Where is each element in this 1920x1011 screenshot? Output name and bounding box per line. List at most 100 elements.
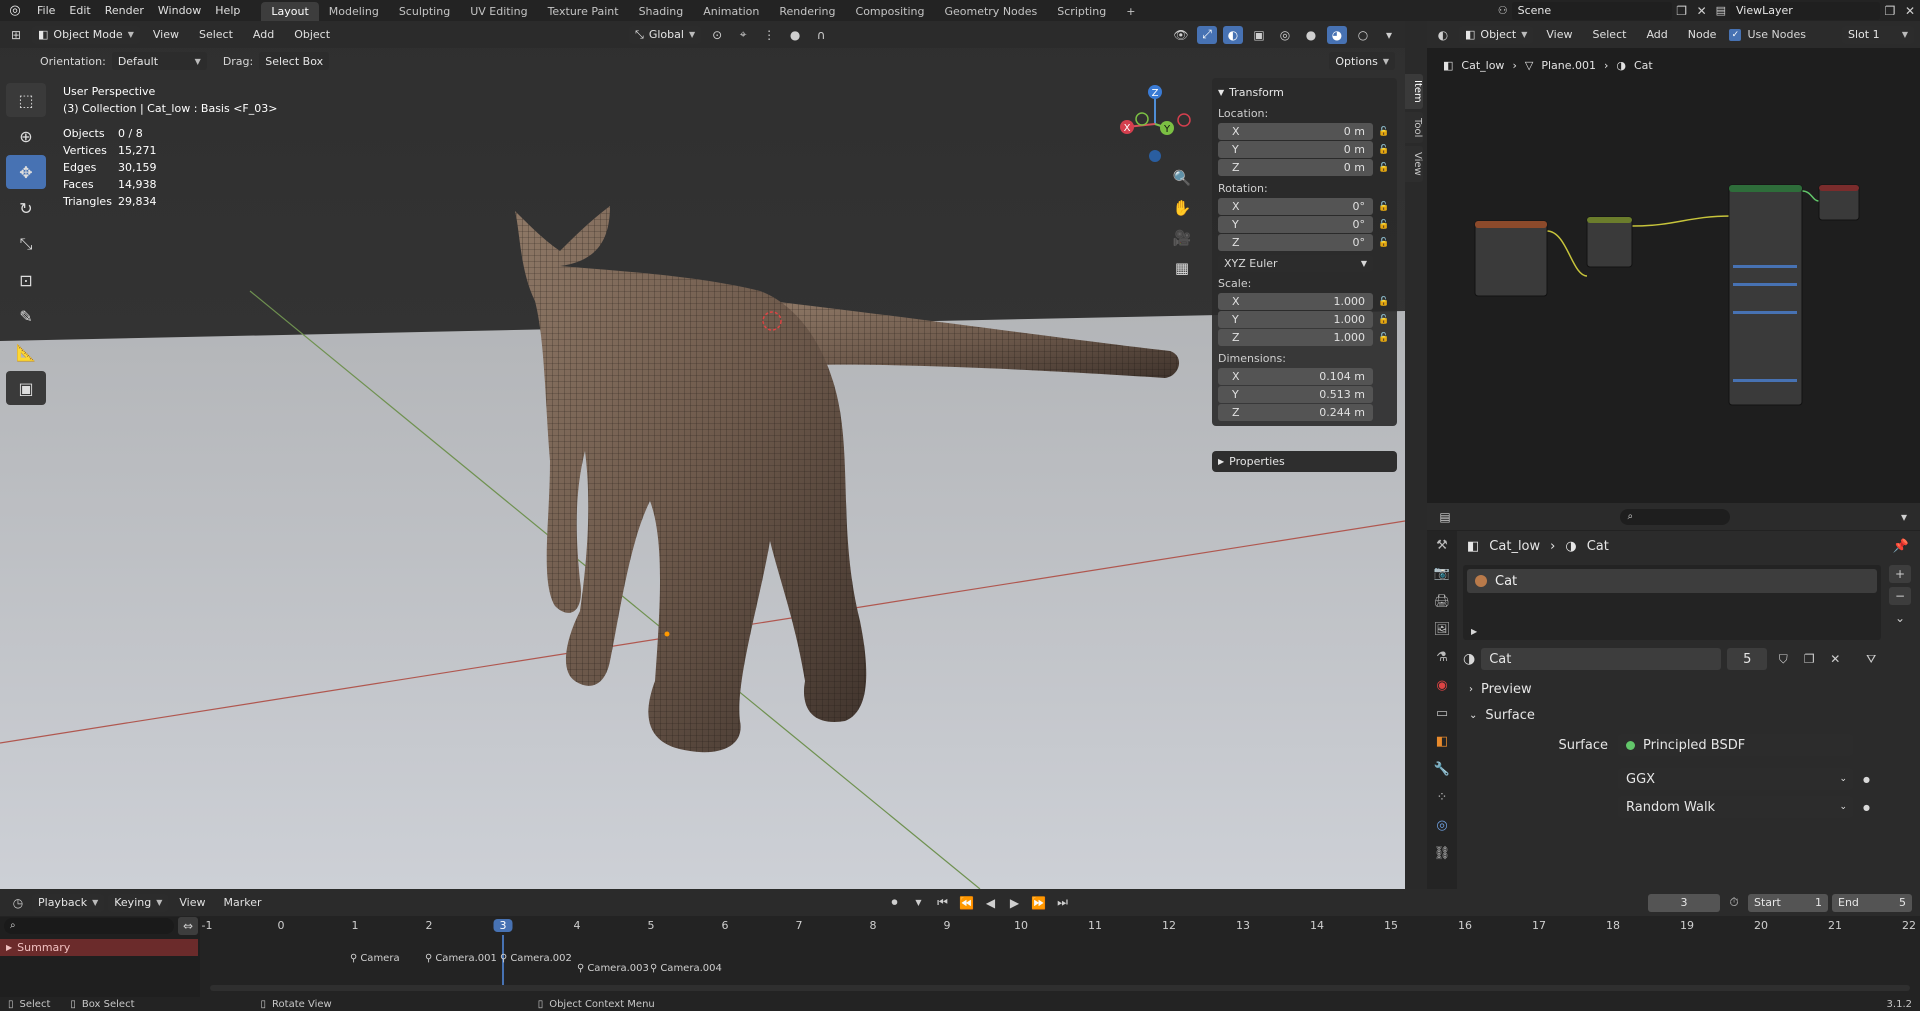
lock-icon[interactable]: 🔓 — [1377, 315, 1391, 325]
timeline-menu-marker[interactable]: Marker — [216, 892, 268, 913]
rotation-mode-dropdown[interactable]: XYZ Euler ▼ — [1218, 255, 1373, 272]
object-mode-dropdown[interactable]: ◧ Object Mode ▼ — [32, 25, 140, 44]
falloff-icon[interactable]: ∩ — [811, 26, 831, 44]
shading-options-icon[interactable]: ▾ — [1379, 26, 1399, 44]
properties-editor-type-icon[interactable]: ▤ — [1435, 508, 1455, 526]
tab-texture-paint[interactable]: Texture Paint — [538, 2, 629, 21]
rotation-y-field[interactable]: Y 0° — [1218, 216, 1373, 233]
view-layer-selector[interactable]: ViewLayer — [1730, 1, 1880, 20]
preview-range-clock-icon[interactable]: ⏱ — [1724, 894, 1744, 912]
material-browse-icon[interactable]: ◑ — [1463, 651, 1475, 667]
tab-layout[interactable]: Layout — [261, 1, 319, 21]
material-slot-item[interactable]: Cat — [1467, 569, 1877, 593]
proportional-edit-icon[interactable]: ● — [785, 26, 805, 44]
play-reverse-icon[interactable]: ◀ — [981, 894, 1001, 912]
location-x-field[interactable]: X0 m — [1218, 123, 1373, 140]
tab-scripting[interactable]: Scripting — [1047, 2, 1116, 21]
scale-tool[interactable]: ⤡ — [6, 227, 46, 261]
scene-tab-icon[interactable]: ⚗ — [1427, 643, 1457, 671]
output-tab-icon[interactable]: 🖨 — [1427, 587, 1457, 615]
tab-uv-editing[interactable]: UV Editing — [460, 2, 537, 21]
render-tab-icon[interactable]: 📷 — [1427, 559, 1457, 587]
properties-search-input[interactable]: ⌕ — [1619, 508, 1730, 525]
principled-bsdf-node[interactable] — [1728, 184, 1803, 406]
blender-logo-icon[interactable]: ◎ — [0, 3, 30, 18]
playback-menu[interactable]: Playback ▼ — [32, 893, 105, 912]
tab-modeling[interactable]: Modeling — [319, 2, 389, 21]
image-texture-node[interactable] — [1474, 220, 1548, 297]
viewport-menu-select[interactable]: Select — [192, 24, 240, 45]
timeline-scrollbar[interactable] — [210, 985, 1910, 991]
end-frame-field[interactable]: End 5 — [1832, 893, 1912, 912]
3d-viewport[interactable]: ⊞ ◧ Object Mode ▼ View Select Add Object… — [0, 21, 1405, 889]
rotation-z-field[interactable]: Z 0° — [1218, 234, 1373, 251]
dimensions-x-field[interactable]: X 0.104 m — [1218, 368, 1373, 385]
lock-icon[interactable]: 🔓 — [1377, 297, 1391, 307]
menu-window[interactable]: Window — [151, 0, 208, 21]
surface-shader-field[interactable]: Principled BSDF — [1618, 734, 1853, 756]
record-icon[interactable]: ⏺ — [885, 894, 905, 912]
lock-icon[interactable]: 🔓 — [1377, 163, 1391, 173]
mix-node[interactable] — [1586, 216, 1633, 268]
node-graph[interactable] — [1427, 21, 1920, 503]
physics-tab-icon[interactable]: ◎ — [1427, 811, 1457, 839]
move-tool[interactable]: ✥ — [6, 155, 46, 189]
editor-type-icon[interactable]: ⊞ — [6, 26, 26, 44]
particles-tab-icon[interactable]: ⁘ — [1427, 783, 1457, 811]
jump-start-icon[interactable]: ⏮ — [933, 894, 953, 912]
zoom-icon[interactable]: 🔍 — [1168, 164, 1196, 192]
wireframe-shading-icon[interactable]: ◎ — [1275, 26, 1295, 44]
rendered-shading-icon[interactable]: ○ — [1353, 26, 1373, 44]
add-slot-button[interactable]: + — [1889, 565, 1911, 583]
measure-tool[interactable]: 📐 — [6, 335, 46, 369]
subsurface-method-dropdown[interactable]: Random Walk ⌄ — [1618, 796, 1853, 818]
viewport-menu-view[interactable]: View — [146, 24, 186, 45]
add-cube-tool[interactable]: ▣ — [6, 371, 46, 405]
scale-y-field[interactable]: Y 1.000 — [1218, 311, 1373, 328]
gizmo-neg-x[interactable] — [1177, 113, 1191, 127]
tab-sculpting[interactable]: Sculpting — [389, 2, 460, 21]
navigation-gizmo[interactable]: Z X Y — [1110, 79, 1200, 169]
camera-marker[interactable]: ⚲ Camera.002 — [500, 953, 572, 964]
play-icon[interactable]: ▶ — [1005, 894, 1025, 912]
lock-icon[interactable]: 🔓 — [1377, 127, 1391, 137]
expand-triangle-icon[interactable]: ▶ — [1471, 627, 1477, 636]
lock-icon[interactable]: 🔓 — [1377, 202, 1391, 212]
transform-tool[interactable]: ⊡ — [6, 263, 46, 297]
rotation-x-field[interactable]: X 0° — [1218, 198, 1373, 215]
camera-marker[interactable]: ⚲ Camera.001 — [425, 953, 497, 964]
viewport-menu-add[interactable]: Add — [246, 24, 281, 45]
current-frame-field[interactable]: 3 — [1648, 893, 1720, 912]
material-users-count[interactable]: 5 — [1727, 648, 1768, 670]
pivot-icon[interactable]: ⊙ — [707, 26, 727, 44]
timeline-search-input[interactable]: ⌕ — [4, 918, 174, 934]
modifier-tab-icon[interactable]: 🔧 — [1427, 755, 1457, 783]
camera-view-icon[interactable]: 🎥 — [1168, 224, 1196, 252]
distribution-dropdown[interactable]: GGX ⌄ — [1618, 768, 1853, 790]
start-frame-field[interactable]: Start 1 — [1748, 893, 1828, 912]
scale-z-field[interactable]: Z 1.000 — [1218, 329, 1373, 346]
scene-close-icon[interactable]: ✕ — [1692, 2, 1712, 20]
menu-render[interactable]: Render — [98, 0, 151, 21]
pan-hand-icon[interactable]: ✋ — [1168, 194, 1196, 222]
fake-user-shield-icon[interactable]: ⛉ — [1773, 650, 1793, 668]
camera-marker[interactable]: ⚲ Camera.004 — [650, 963, 722, 974]
constraints-tab-icon[interactable]: ⛓ — [1427, 839, 1457, 867]
material-name-field[interactable]: Cat — [1481, 648, 1722, 670]
snap-target-icon[interactable]: ⋮ — [759, 26, 779, 44]
scale-x-field[interactable]: X 1.000 — [1218, 293, 1373, 310]
link-mode-icon[interactable]: ⛛ — [1861, 650, 1881, 668]
properties-panel-header[interactable]: ▶ Properties — [1212, 451, 1397, 472]
slot-menu-chevron-icon[interactable]: ⌄ — [1889, 609, 1911, 627]
tab-shading[interactable]: Shading — [629, 2, 694, 21]
camera-marker[interactable]: ⚲ Camera.003 — [577, 963, 649, 974]
transform-panel-header[interactable]: ▼ Transform — [1218, 82, 1391, 102]
dimensions-z-field[interactable]: Z 0.244 m — [1218, 404, 1373, 421]
options-dropdown[interactable]: Options ▼ — [1329, 52, 1395, 70]
scene-copy-icon[interactable]: ❐ — [1672, 2, 1692, 20]
lock-icon[interactable]: 🔓 — [1377, 333, 1391, 343]
visibility-icon[interactable]: 👁 — [1171, 26, 1191, 44]
view-layer-tab-icon[interactable]: 🖼 — [1427, 615, 1457, 643]
view-layer-close-icon[interactable]: ✕ — [1900, 2, 1920, 20]
tab-geometry-nodes[interactable]: Geometry Nodes — [934, 2, 1047, 21]
